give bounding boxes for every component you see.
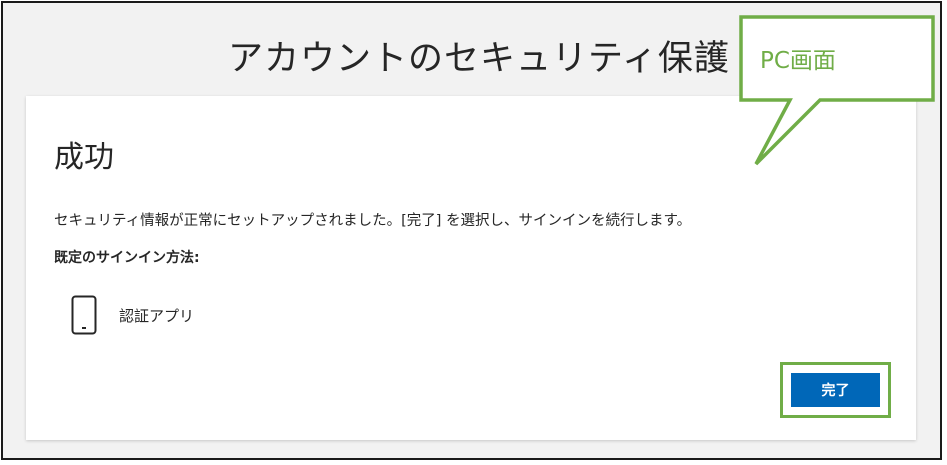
callout-text: PC画面: [760, 48, 836, 74]
phone-icon: [71, 295, 97, 335]
done-button[interactable]: 完了: [791, 373, 880, 407]
default-method-row: 認証アプリ: [71, 294, 194, 336]
method-name: 認証アプリ: [119, 306, 195, 325]
success-message: セキュリティ情報が正常にセットアップされました。[完了] を選択し、サインインを…: [54, 213, 692, 229]
callout-bubble: [739, 15, 935, 166]
default-method-label: 既定のサインイン方法:: [54, 250, 200, 266]
page-title: アカウントのセキュリティ保護: [228, 39, 730, 79]
card-heading: 成功: [54, 140, 114, 175]
done-button-highlight: 完了: [780, 362, 891, 418]
